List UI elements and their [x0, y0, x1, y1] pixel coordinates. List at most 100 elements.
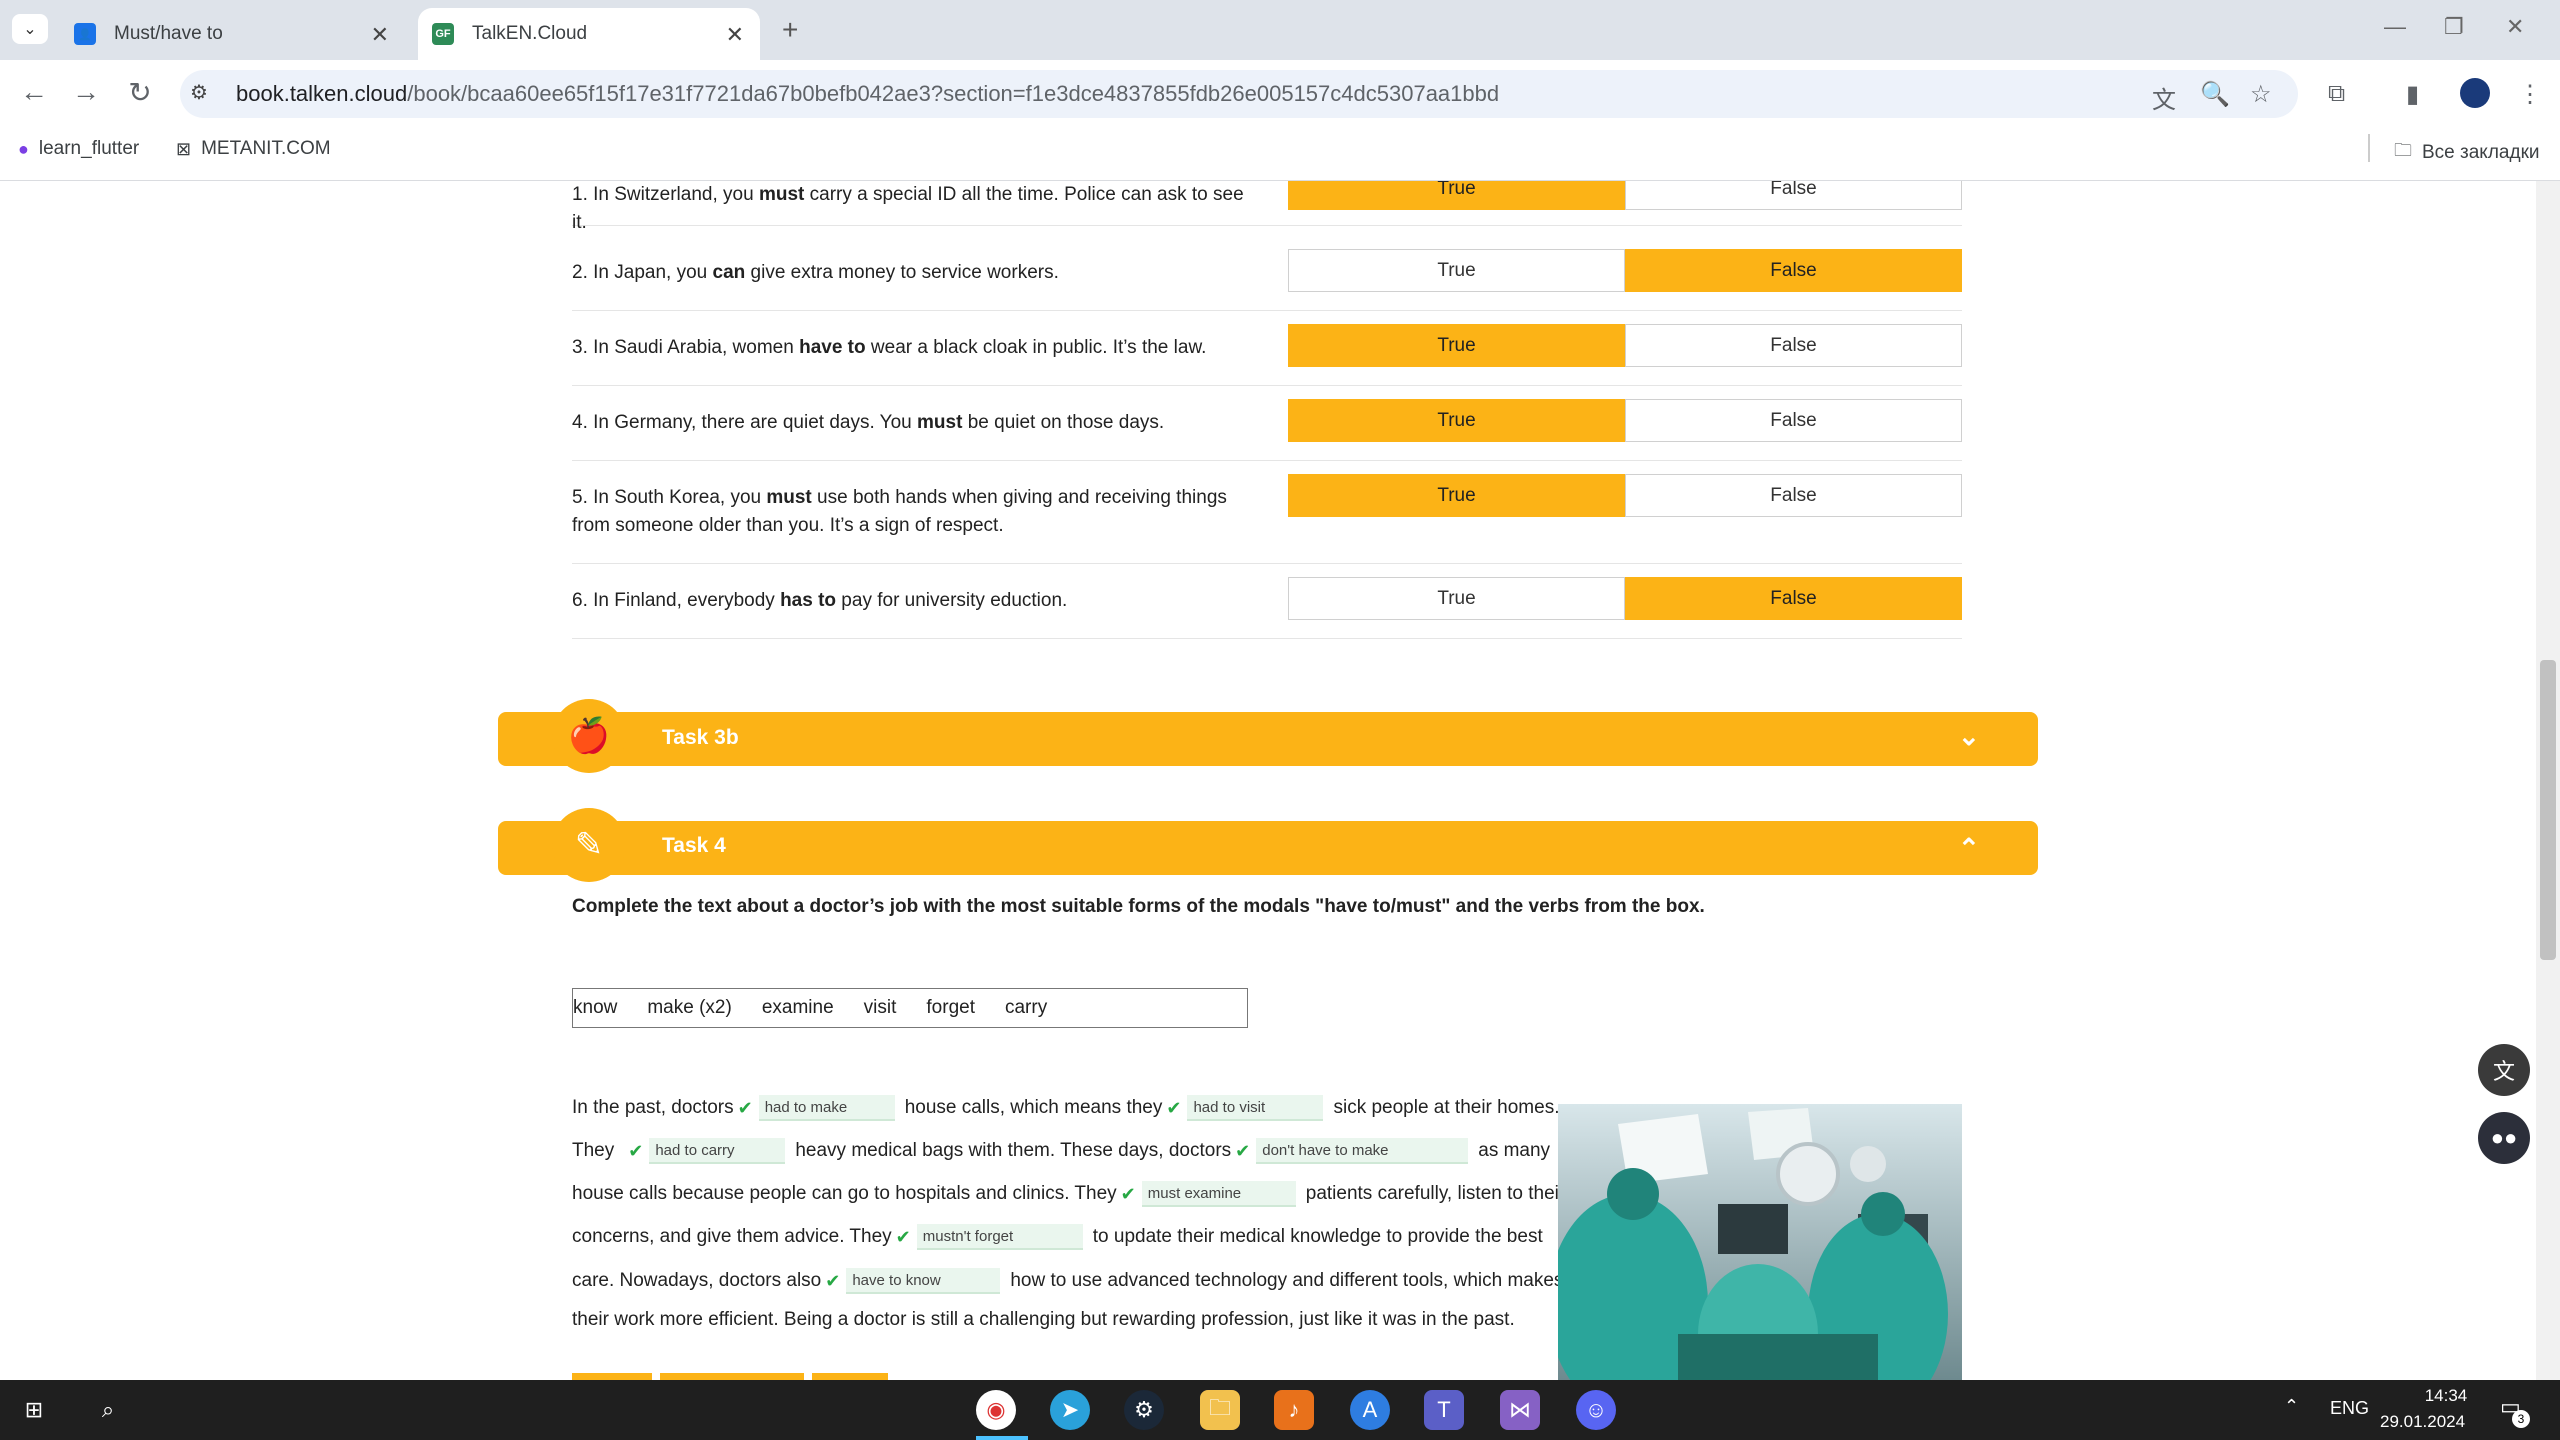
- answer-input[interactable]: had to make: [758, 1095, 895, 1121]
- side-panel-icon[interactable]: ▮: [2406, 80, 2419, 109]
- true-option-button[interactable]: True: [1288, 181, 1625, 210]
- answer-input[interactable]: mustn't forget: [916, 1224, 1083, 1250]
- answer-gap[interactable]: ✔ had to make: [738, 1095, 895, 1121]
- answer-input[interactable]: don't have to make: [1256, 1138, 1469, 1164]
- true-option-button[interactable]: True: [1288, 324, 1625, 367]
- assistant-bot-icon[interactable]: ●●: [2478, 1112, 2530, 1164]
- question-text: 3. In Saudi Arabia, women have to wear a…: [572, 337, 1207, 358]
- tab-must-have-to[interactable]: 👤 Must/have to ✕: [60, 8, 405, 60]
- true-option-button[interactable]: True: [1288, 399, 1625, 442]
- answer-gap[interactable]: ✔ don't have to make: [1235, 1138, 1469, 1164]
- true-option-button[interactable]: True: [1288, 474, 1625, 517]
- scrollbar-thumb[interactable]: [2540, 660, 2556, 960]
- chevron-up-icon[interactable]: ⌃: [1958, 833, 1980, 864]
- metanit-icon: ⊠: [176, 138, 192, 159]
- bookmark-star-icon[interactable]: ☆: [2250, 80, 2272, 109]
- task-instruction: Complete the text about a doctor’s job w…: [572, 896, 1705, 917]
- restore-icon[interactable]: ❐: [2444, 14, 2464, 40]
- back-arrow-icon[interactable]: ←: [16, 76, 52, 108]
- app-store-icon[interactable]: A: [1350, 1390, 1390, 1430]
- answer-input[interactable]: must examine: [1141, 1181, 1296, 1207]
- checkmark-icon: ✔: [628, 1140, 644, 1161]
- new-tab-button[interactable]: +: [782, 14, 798, 46]
- action-button[interactable]: [660, 1373, 804, 1380]
- checkmark-icon: ✔: [1235, 1140, 1251, 1161]
- text-fragment: house calls because people can go to hos…: [572, 1183, 1117, 1204]
- false-option-button[interactable]: False: [1625, 474, 1962, 517]
- false-option-button[interactable]: False: [1625, 181, 1962, 210]
- url-text[interactable]: book.talken.cloud/book/bcaa60ee65f15f17e…: [236, 81, 1499, 107]
- teams-icon[interactable]: T: [1424, 1390, 1464, 1430]
- word-item: make (x2): [647, 997, 732, 1018]
- question-text: 2. In Japan, you can give extra money to…: [572, 262, 1059, 283]
- all-bookmarks[interactable]: 🗀 Все закладки: [2394, 138, 2540, 168]
- page-content: 1. In Switzerland, you must carry a spec…: [0, 181, 2536, 1380]
- talken-favicon-icon: GF: [432, 23, 454, 45]
- question-row: 4. In Germany, there are quiet days. You…: [572, 385, 1962, 461]
- visual-studio-icon[interactable]: ⋈: [1500, 1390, 1540, 1430]
- checkmark-icon: ✔: [737, 1097, 753, 1118]
- clock-time[interactable]: 14:34: [2406, 1386, 2486, 1406]
- reload-icon[interactable]: ↻: [122, 76, 158, 109]
- tab-talken-cloud[interactable]: GF TalkEN.Cloud ✕: [418, 8, 760, 60]
- url-path: /book/bcaa60ee65f15f17e31f7721da67b0befb…: [407, 81, 1500, 106]
- tray-chevron-icon[interactable]: ⌃: [2284, 1396, 2299, 1417]
- false-option-button[interactable]: False: [1625, 399, 1962, 442]
- action-button[interactable]: [812, 1373, 888, 1380]
- false-option-button[interactable]: False: [1625, 577, 1962, 620]
- language-indicator[interactable]: ENG: [2330, 1398, 2369, 1419]
- false-option-button[interactable]: False: [1625, 324, 1962, 367]
- steam-icon[interactable]: ⚙: [1124, 1390, 1164, 1430]
- clock-date[interactable]: 29.01.2024: [2380, 1412, 2465, 1432]
- telegram-icon[interactable]: ➤: [1050, 1390, 1090, 1430]
- file-explorer-icon[interactable]: 🗀: [1200, 1390, 1240, 1430]
- profile-avatar[interactable]: [2460, 78, 2490, 108]
- tab-search-button[interactable]: ⌄: [12, 14, 48, 44]
- close-icon[interactable]: ✕: [726, 22, 744, 48]
- translate-icon[interactable]: ⽂: [2152, 80, 2176, 115]
- bookmarks-bar: [0, 126, 2560, 181]
- answer-gap[interactable]: ✔ had to carry: [628, 1138, 786, 1164]
- translate-fab-icon[interactable]: 文: [2478, 1044, 2530, 1096]
- close-icon[interactable]: ✕: [371, 22, 389, 48]
- chevron-down-icon[interactable]: ⌄: [1958, 721, 1980, 752]
- text-line: care. Nowadays, doctors also ✔ have to kn…: [572, 1268, 1563, 1294]
- forward-arrow-icon[interactable]: →: [68, 76, 104, 108]
- action-button[interactable]: [572, 1373, 652, 1380]
- text-line: In the past, doctors ✔ had to make house …: [572, 1095, 1559, 1121]
- fl-studio-icon[interactable]: ♪: [1274, 1390, 1314, 1430]
- question-text: 4. In Germany, there are quiet days. You…: [572, 412, 1165, 433]
- text-fragment: patients carefully, listen to their: [1305, 1183, 1566, 1204]
- answer-gap[interactable]: ✔ had to visit: [1166, 1095, 1324, 1121]
- text-fragment: They: [572, 1140, 615, 1161]
- windows-start-icon[interactable]: ⊞: [14, 1390, 54, 1430]
- text-fragment: how to use advanced technology and diffe…: [1010, 1270, 1564, 1291]
- text-fragment: their work more efficient. Being a docto…: [572, 1309, 1515, 1330]
- answer-input[interactable]: had to visit: [1187, 1095, 1324, 1121]
- question-text: 1. In Switzerland, you must carry a spec…: [572, 184, 1244, 233]
- search-icon[interactable]: ⌕: [88, 1390, 128, 1430]
- close-window-icon[interactable]: ✕: [2506, 14, 2524, 40]
- extensions-icon[interactable]: ⧉: [2328, 80, 2345, 108]
- minimize-icon[interactable]: —: [2384, 14, 2406, 40]
- bookmark-learn-flutter[interactable]: ● learn_flutter: [18, 138, 139, 160]
- discord-icon[interactable]: ☺: [1576, 1390, 1616, 1430]
- true-option-button[interactable]: True: [1288, 577, 1625, 620]
- answer-gap[interactable]: ✔ mustn't forget: [896, 1224, 1083, 1250]
- text-line: concerns, and give them advice. They ✔ mu…: [572, 1224, 1543, 1250]
- text-fragment: care. Nowadays, doctors also: [572, 1270, 822, 1291]
- answer-input[interactable]: had to carry: [649, 1138, 786, 1164]
- answer-gap[interactable]: ✔ have to know: [825, 1268, 1001, 1294]
- answer-gap[interactable]: ✔ must examine: [1121, 1181, 1296, 1207]
- true-option-button[interactable]: True: [1288, 249, 1625, 292]
- more-menu-icon[interactable]: ⋮: [2518, 80, 2542, 109]
- text-fragment: to update their medical knowledge to pro…: [1092, 1226, 1543, 1247]
- answer-input[interactable]: have to know: [846, 1268, 1001, 1294]
- zoom-icon[interactable]: 🔍: [2200, 80, 2230, 109]
- chrome-icon[interactable]: ◉: [976, 1390, 1016, 1430]
- user-square-icon: 👤: [74, 23, 96, 45]
- false-option-button[interactable]: False: [1625, 249, 1962, 292]
- site-info-icon[interactable]: ⚙: [190, 80, 218, 108]
- task-4-header[interactable]: [498, 821, 2038, 875]
- bookmark-metanit[interactable]: ⊠ METANIT.COM: [176, 138, 331, 160]
